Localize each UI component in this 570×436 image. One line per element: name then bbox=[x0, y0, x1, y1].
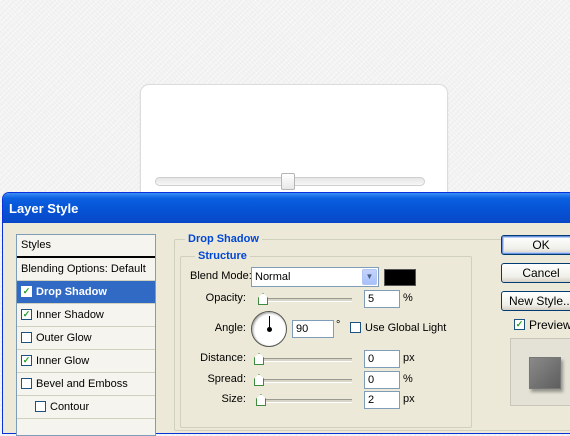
checkbox-icon[interactable] bbox=[35, 400, 46, 412]
style-item-label: Outer Glow bbox=[36, 332, 92, 344]
styles-list-header[interactable]: Styles bbox=[17, 235, 155, 258]
style-item-outer-glow[interactable]: Outer Glow bbox=[17, 327, 155, 350]
distance-label: Distance: bbox=[200, 352, 246, 364]
card-slider-track[interactable] bbox=[155, 173, 425, 190]
use-global-light-label: Use Global Light bbox=[365, 322, 447, 334]
style-item-label: Blending Options: Default bbox=[21, 263, 146, 275]
checkbox-icon[interactable] bbox=[21, 331, 32, 343]
style-item-contour[interactable]: Contour bbox=[17, 396, 155, 419]
angle-dial-center bbox=[267, 327, 272, 332]
size-input[interactable]: 2 bbox=[364, 391, 400, 409]
use-global-light-checkbox[interactable]: Use Global Light bbox=[350, 321, 447, 334]
opacity-label: Opacity: bbox=[205, 292, 246, 304]
preview-thumbnail bbox=[510, 338, 570, 406]
preview-swatch bbox=[529, 357, 561, 389]
style-item-label: Contour bbox=[50, 401, 90, 413]
angle-dial[interactable] bbox=[251, 311, 287, 347]
cancel-button[interactable]: Cancel bbox=[501, 263, 570, 283]
spread-slider[interactable] bbox=[254, 374, 352, 386]
checkbox-icon[interactable] bbox=[350, 321, 361, 333]
size-unit: px bbox=[403, 393, 415, 405]
distance-slider[interactable] bbox=[254, 353, 352, 365]
style-item-bevel-and-emboss[interactable]: Bevel and Emboss bbox=[17, 373, 155, 396]
angle-label: Angle: bbox=[214, 322, 246, 334]
distance-unit: px bbox=[403, 352, 415, 364]
drop-shadow-title: Drop Shadow bbox=[185, 233, 262, 245]
ok-button[interactable]: OK bbox=[501, 235, 570, 255]
checkbox-icon[interactable] bbox=[21, 377, 32, 389]
spread-unit: % bbox=[403, 373, 413, 385]
preview-checkbox[interactable]: ✓ Preview bbox=[514, 318, 570, 332]
chevron-down-icon[interactable]: ▼ bbox=[362, 269, 377, 285]
style-item-drop-shadow[interactable]: ✓ Drop Shadow bbox=[17, 281, 155, 304]
blend-mode-select[interactable]: Normal ▼ bbox=[251, 267, 379, 287]
distance-input[interactable]: 0 bbox=[364, 350, 400, 368]
style-item-label: Inner Shadow bbox=[36, 309, 104, 321]
dialog-title[interactable]: Layer Style bbox=[3, 193, 570, 223]
blend-mode-label: Blend Mode: bbox=[190, 270, 252, 282]
size-label: Size: bbox=[221, 393, 246, 405]
checkbox-icon[interactable]: ✓ bbox=[514, 319, 525, 331]
checkbox-icon[interactable]: ✓ bbox=[21, 354, 32, 366]
card-slider-knob[interactable] bbox=[281, 173, 296, 190]
angle-unit: ° bbox=[336, 319, 341, 331]
style-item-inner-glow[interactable]: ✓ Inner Glow bbox=[17, 350, 155, 373]
opacity-slider[interactable] bbox=[258, 293, 352, 305]
style-item-label: Bevel and Emboss bbox=[36, 378, 128, 390]
checkbox-icon[interactable]: ✓ bbox=[21, 285, 32, 297]
angle-input[interactable]: 90 bbox=[292, 320, 334, 338]
opacity-input[interactable]: 5 bbox=[364, 290, 400, 308]
styles-list: Styles Blending Options: Default ✓ Drop Sh… bbox=[16, 234, 156, 436]
spread-input[interactable]: 0 bbox=[364, 371, 400, 389]
blend-mode-value: Normal bbox=[255, 271, 291, 283]
checkbox-icon[interactable]: ✓ bbox=[21, 308, 32, 320]
style-item-label: Inner Glow bbox=[36, 355, 90, 367]
opacity-unit: % bbox=[403, 292, 413, 304]
style-item-label: Drop Shadow bbox=[36, 286, 107, 298]
preview-label: Preview bbox=[529, 318, 570, 332]
spread-label: Spread: bbox=[207, 373, 246, 385]
style-item-blending-options-default[interactable]: Blending Options: Default bbox=[17, 258, 155, 281]
size-slider[interactable] bbox=[256, 394, 352, 406]
style-item-inner-shadow[interactable]: ✓ Inner Shadow bbox=[17, 304, 155, 327]
new-style-button[interactable]: New Style... bbox=[501, 291, 570, 311]
shadow-color-swatch[interactable] bbox=[384, 269, 416, 286]
structure-title: Structure bbox=[195, 250, 250, 262]
